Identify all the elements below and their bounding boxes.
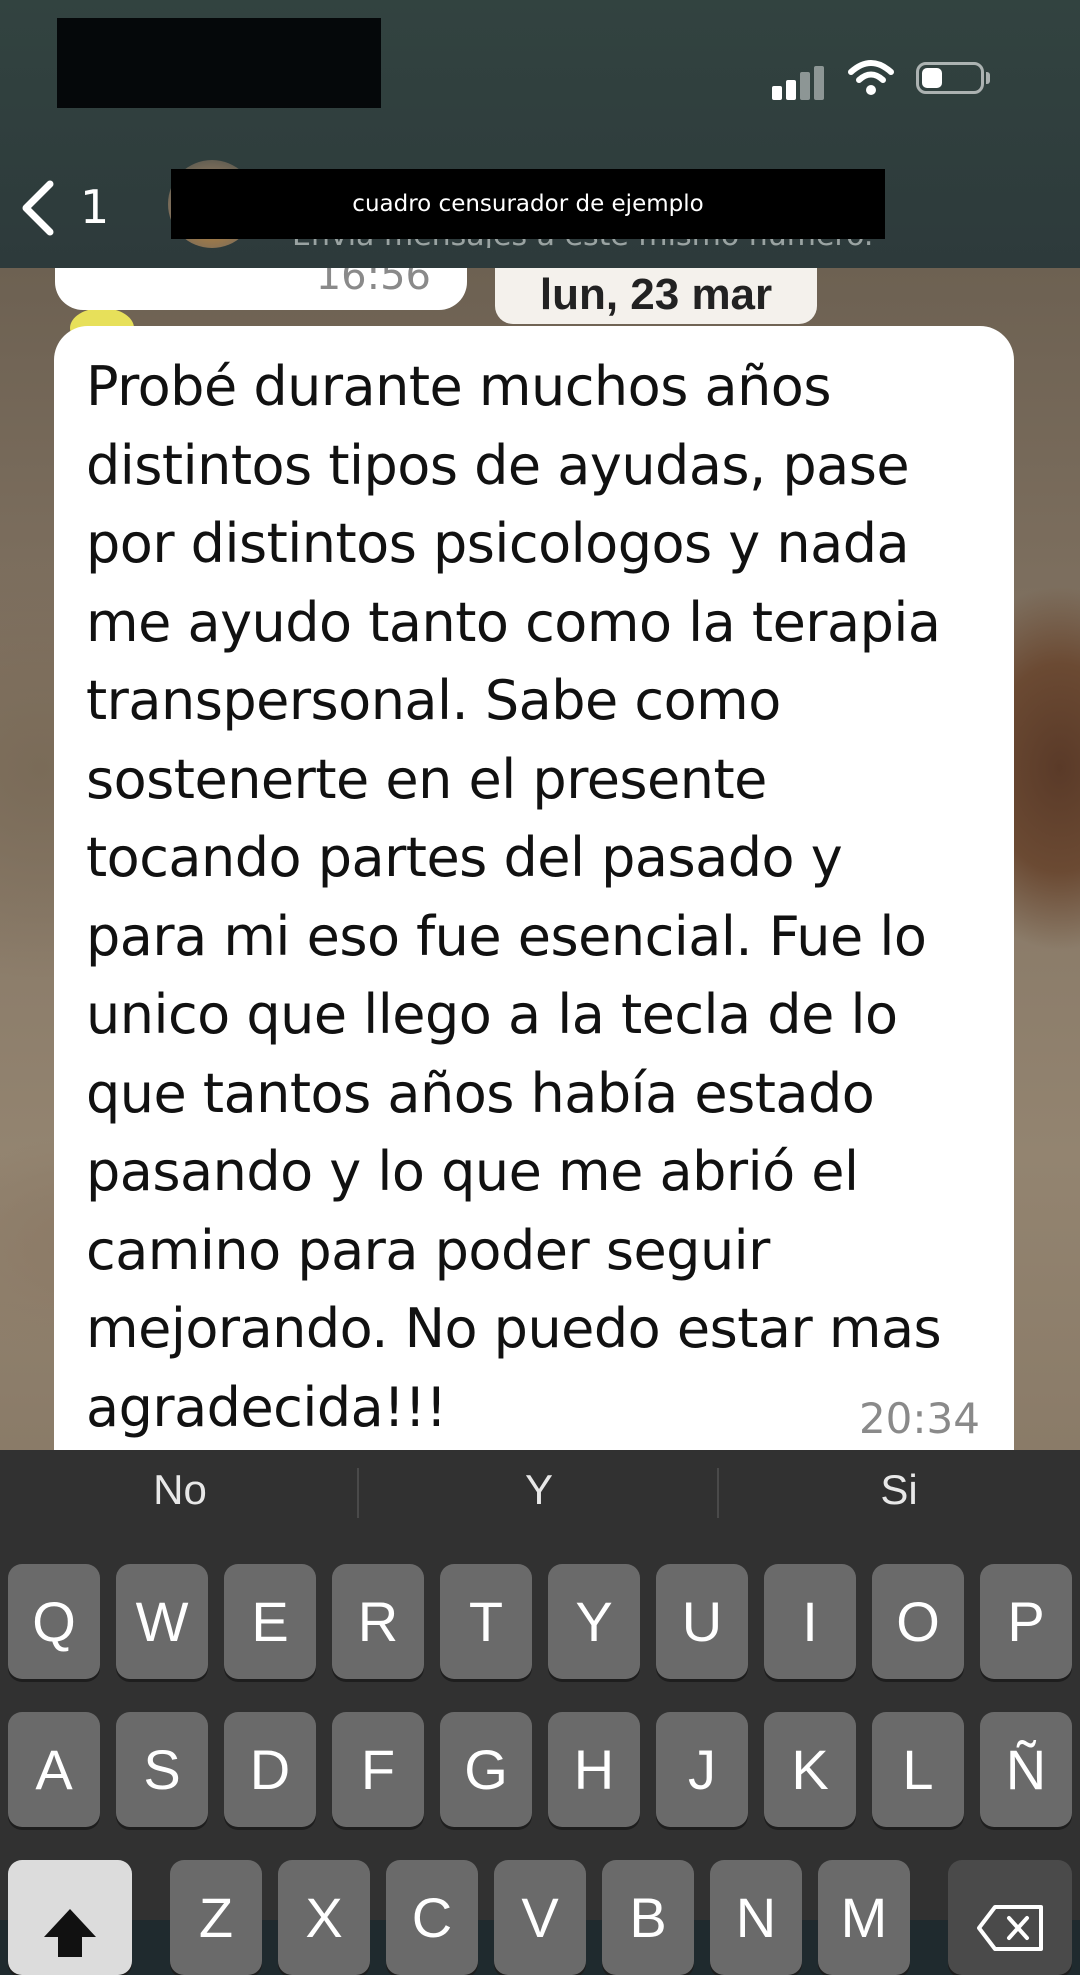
shift-key[interactable] [8, 1860, 132, 1975]
key-s[interactable]: S [116, 1712, 208, 1827]
key-j[interactable]: J [656, 1712, 748, 1827]
unread-count[interactable]: 1 [80, 180, 109, 234]
key-y[interactable]: Y [548, 1564, 640, 1679]
key-w[interactable]: W [116, 1564, 208, 1679]
battery-nub [986, 72, 990, 84]
suggestion-bar: No Y Si [0, 1450, 1080, 1530]
date-separator: lun, 23 mar [495, 266, 817, 324]
suggestion-divider [357, 1468, 359, 1518]
key-i[interactable]: I [764, 1564, 856, 1679]
key-l[interactable]: L [872, 1712, 964, 1827]
previous-message-time: 16:56 [315, 266, 431, 292]
message-time: 20:34 [858, 1394, 980, 1443]
key-p[interactable]: P [980, 1564, 1072, 1679]
censor-box: cuadro censurador de ejemplo [171, 169, 885, 239]
delete-icon [977, 1904, 1043, 1951]
key-b[interactable]: B [602, 1860, 694, 1975]
key-u[interactable]: U [656, 1564, 748, 1679]
key-n[interactable]: N [710, 1860, 802, 1975]
suggestion-1[interactable]: No [2, 1450, 358, 1530]
key-n-tilde[interactable]: Ñ [980, 1712, 1072, 1827]
message-text: Probé durante muchos años distintos tipo… [86, 355, 942, 1439]
key-z[interactable]: Z [170, 1860, 262, 1975]
message-bubble[interactable]: Probé durante muchos años distintos tipo… [54, 326, 1014, 1450]
key-r[interactable]: R [332, 1564, 424, 1679]
key-m[interactable]: M [818, 1860, 910, 1975]
redacted-status-area [57, 18, 381, 108]
suggestion-3[interactable]: Si [721, 1450, 1077, 1530]
key-f[interactable]: F [332, 1712, 424, 1827]
key-h[interactable]: H [548, 1712, 640, 1827]
key-g[interactable]: G [440, 1712, 532, 1827]
key-k[interactable]: K [764, 1712, 856, 1827]
key-v[interactable]: V [494, 1860, 586, 1975]
key-e[interactable]: E [224, 1564, 316, 1679]
shift-icon [44, 1908, 96, 1957]
delete-key[interactable] [948, 1860, 1072, 1975]
key-o[interactable]: O [872, 1564, 964, 1679]
key-x[interactable]: X [278, 1860, 370, 1975]
suggestion-divider [717, 1468, 719, 1518]
key-q[interactable]: Q [8, 1564, 100, 1679]
key-t[interactable]: T [440, 1564, 532, 1679]
wifi-icon [848, 60, 894, 95]
battery-icon [916, 62, 984, 94]
keyboard: No Y Si Q W E R T Y U I O P A S D F G H … [0, 1450, 1080, 1975]
key-d[interactable]: D [224, 1712, 316, 1827]
chat-header: 1 Envía mensajes a este mismo número. cu… [0, 0, 1080, 268]
key-c[interactable]: C [386, 1860, 478, 1975]
key-a[interactable]: A [8, 1712, 100, 1827]
chevron-left-icon[interactable] [18, 178, 58, 238]
suggestion-2[interactable]: Y [361, 1450, 717, 1530]
